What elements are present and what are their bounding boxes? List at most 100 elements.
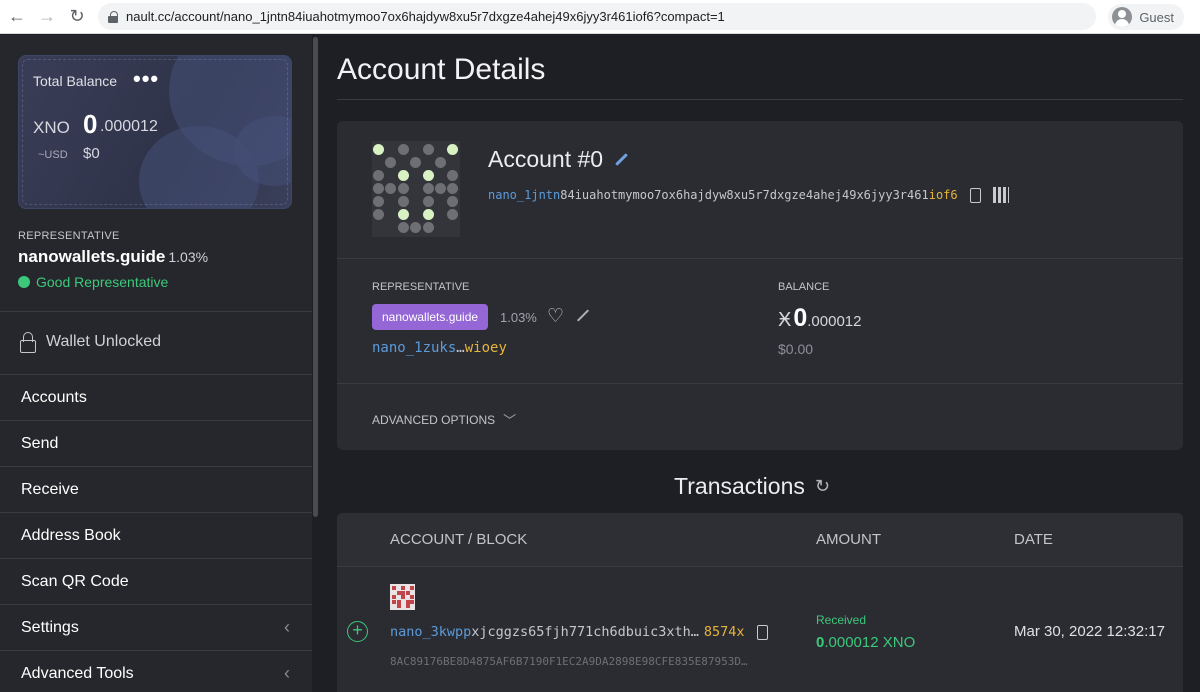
identicon-pixel xyxy=(401,590,405,595)
reload-icon[interactable]: ↻ xyxy=(64,4,90,30)
account-balance: Ӿ 0.000012 xyxy=(778,304,861,333)
sidebar-item-scan-qr[interactable]: Scan QR Code xyxy=(0,558,312,604)
sidebar-item-accounts[interactable]: Accounts xyxy=(0,374,312,420)
menu-label: Accounts xyxy=(21,388,87,406)
wallet-status-text: Wallet Unlocked xyxy=(46,333,162,350)
identicon-pixel xyxy=(422,196,434,207)
identicon-pixel xyxy=(422,183,434,194)
identicon-pixel xyxy=(435,157,446,168)
menu-label: Advanced Tools xyxy=(21,664,134,682)
qr-code-icon[interactable] xyxy=(992,187,1009,203)
address-bar[interactable]: nault.cc/account/nano_1jntn84iuahotmymoo… xyxy=(98,3,1096,30)
identicon-pixel xyxy=(422,209,434,220)
address-prefix: nano_1zuks xyxy=(372,340,457,356)
divider xyxy=(337,258,1183,259)
column-header-amount: AMOUNT xyxy=(816,531,881,548)
table-header: ACCOUNT / BLOCK AMOUNT DATE xyxy=(337,513,1183,567)
identicon-pixel xyxy=(410,599,414,604)
transaction-amount: 0.000012 XNO xyxy=(816,634,915,651)
balance-integer: 0 xyxy=(83,109,98,139)
sidebar-item-receive[interactable]: Receive xyxy=(0,466,312,512)
edit-pencil-icon[interactable] xyxy=(615,153,629,167)
edit-representative-pencil-icon[interactable] xyxy=(577,309,591,323)
identicon-pixel xyxy=(373,170,384,181)
representative-name: nanowallets.guide xyxy=(18,247,166,266)
address-suffix: 8574x xyxy=(703,624,745,640)
identicon-pixel xyxy=(373,144,384,155)
browser-toolbar: ← → ↻ nault.cc/account/nano_1jntn84iuaho… xyxy=(0,0,1200,34)
sender-identicon xyxy=(390,584,415,610)
copy-icon[interactable] xyxy=(756,624,768,640)
account-address: nano_1jntn 84iuahotmymoo7ox6hajdyw8xu5r7d… xyxy=(488,187,1009,203)
address-middle: 84iuahotmymoo7ox6hajdyw8xu5r7dxgze4ahej4… xyxy=(560,188,929,202)
representative-label-badge[interactable]: nanowallets.guide xyxy=(372,304,489,330)
address-suffix: iof6 xyxy=(928,188,958,202)
account-card: Account #0 nano_1jntn 84iuahotmymoo7ox6ha… xyxy=(337,121,1183,450)
identicon-pixel xyxy=(397,196,409,207)
representative-status-text: Good Representative xyxy=(36,274,169,290)
identicon-pixel xyxy=(410,586,414,590)
identicon-pixel xyxy=(422,144,434,155)
amount-unit: XNO xyxy=(882,634,916,651)
identicon-pixel xyxy=(396,599,401,604)
column-header-date: DATE xyxy=(1014,531,1053,548)
representative-weight: 1.03% xyxy=(168,249,209,265)
identicon-pixel xyxy=(373,196,384,207)
total-balance-label: Total Balance xyxy=(33,73,118,89)
transactions-table: ACCOUNT / BLOCK AMOUNT DATE + nano_3kwpp… xyxy=(337,513,1183,692)
representative-title: REPRESENTATIVE xyxy=(18,230,120,242)
block-hash[interactable]: 8AC89176BE8D4875AF6B7190F1EC2A9DA2898E98… xyxy=(390,655,748,668)
transaction-status: Received xyxy=(816,613,867,627)
transaction-address[interactable]: nano_3kwpp xjcggzs65fjh771ch6dbuic3xth… 85… xyxy=(390,624,768,640)
sidebar-item-send[interactable]: Send xyxy=(0,420,312,466)
chevron-left-icon: ‹ xyxy=(284,617,290,637)
identicon-pixel xyxy=(410,595,414,600)
representative-name-line: nanowallets.guide 1.03% xyxy=(18,247,208,267)
address-middle: xjcggzs65fjh771ch6dbuic3xth… xyxy=(471,624,699,640)
heart-icon[interactable]: ♡ xyxy=(547,307,564,326)
address-prefix: nano_3kwpp xyxy=(390,624,472,640)
identicon-pixel xyxy=(385,183,397,194)
profile-button[interactable]: Guest xyxy=(1108,4,1184,30)
sidebar-representative: REPRESENTATIVE nanowallets.guide 1.03% Go… xyxy=(18,230,208,290)
profile-label: Guest xyxy=(1139,9,1174,25)
divider xyxy=(0,311,312,312)
identicon-pixel xyxy=(447,183,459,194)
identicon-pixel xyxy=(373,183,384,194)
identicon-pixel xyxy=(397,209,409,220)
identicon-pixel xyxy=(447,196,459,207)
more-options-icon[interactable]: ••• xyxy=(133,66,159,92)
main-content: Account Details Account #0 nano_1jntn 84i… xyxy=(320,35,1200,692)
identicon-pixel xyxy=(385,157,397,168)
sidebar-item-settings[interactable]: Settings ‹ xyxy=(0,604,312,650)
profile-avatar-icon xyxy=(1112,7,1133,27)
identicon-pixel xyxy=(410,157,422,168)
representative-address[interactable]: nano_1zuks…wioey xyxy=(372,340,507,356)
address-prefix: nano_1jntn xyxy=(488,188,561,202)
divider xyxy=(337,99,1183,100)
forward-arrow-icon[interactable]: → xyxy=(34,4,60,30)
sidebar-item-advanced-tools[interactable]: Advanced Tools ‹ xyxy=(0,650,312,692)
chevron-left-icon: ‹ xyxy=(284,663,290,683)
identicon-pixel xyxy=(422,170,434,181)
page-title: Account Details xyxy=(337,53,546,86)
identicon-pixel xyxy=(392,595,396,600)
transactions-heading: Transactions ↻ xyxy=(320,473,1200,500)
identicon-pixel xyxy=(397,183,409,194)
advanced-options-toggle[interactable]: ADVANCED OPTIONS ﹀ xyxy=(372,410,516,429)
representative-status: Good Representative xyxy=(18,274,208,290)
identicon-pixel xyxy=(401,595,405,600)
identicon-pixel xyxy=(397,144,409,155)
identicon-pixel xyxy=(410,222,422,233)
menu-label: Scan QR Code xyxy=(21,572,129,590)
wallet-lock-toggle[interactable]: Wallet Unlocked xyxy=(20,332,162,353)
balance-title: BALANCE xyxy=(778,281,830,293)
copy-icon[interactable] xyxy=(969,187,981,203)
sidebar-scrollbar[interactable] xyxy=(313,37,318,517)
refresh-icon[interactable]: ↻ xyxy=(815,476,830,497)
identicon-pixel xyxy=(447,209,459,220)
identicon-pixel xyxy=(405,604,410,609)
sidebar-item-address-book[interactable]: Address Book xyxy=(0,512,312,558)
back-arrow-icon[interactable]: ← xyxy=(4,4,30,30)
identicon-pixel xyxy=(447,144,459,155)
